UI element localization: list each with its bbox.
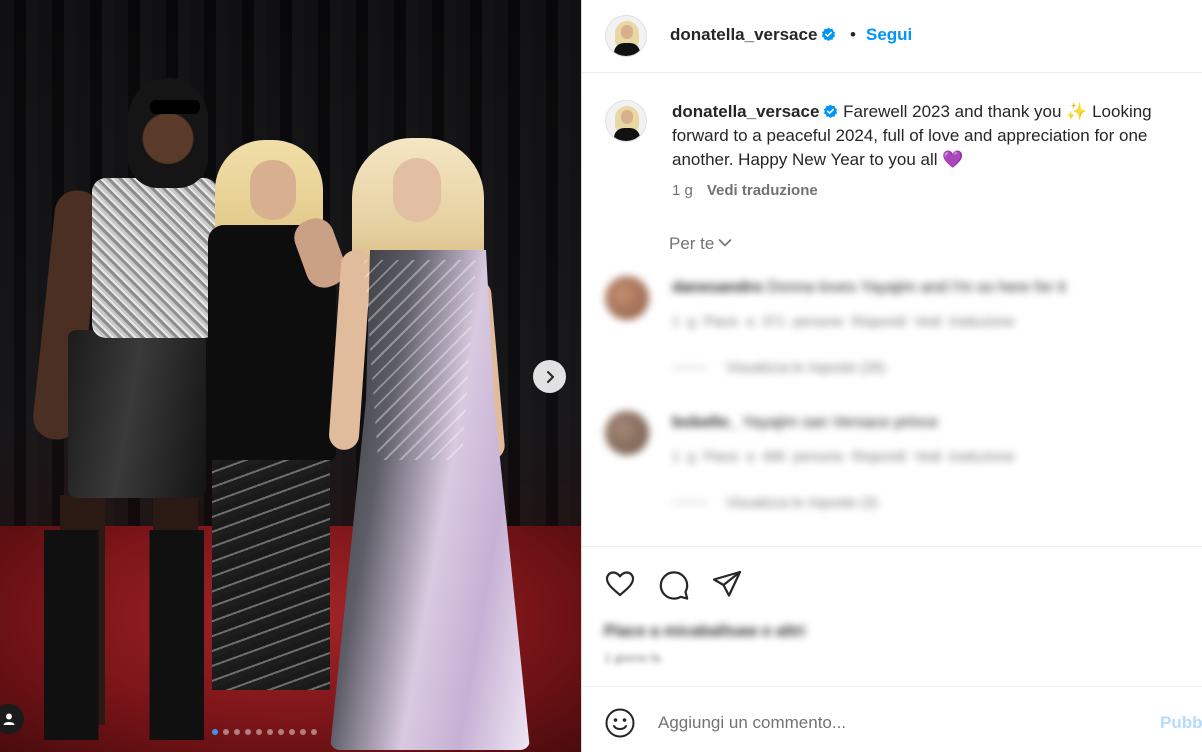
like-button[interactable] <box>603 567 637 601</box>
post-date: 1 giorno fa <box>604 651 661 665</box>
carousel-dot <box>278 729 284 735</box>
chevron-down-icon <box>719 239 732 247</box>
comment-sort-label: Per te <box>669 234 715 253</box>
caption-line-1: Farewell 2023 and thank you ✨ Looking <box>843 102 1152 121</box>
person-left-skirt <box>68 330 206 498</box>
caption-text: donatella_versace Farewell 2023 and than… <box>672 100 1202 172</box>
caption-username[interactable]: donatella_versace <box>672 102 819 121</box>
comment-text: Donna loves Yayajim and I'm so here for … <box>767 279 1066 296</box>
view-replies-label: Visualizza le risposte (3) <box>726 494 878 510</box>
follow-button[interactable]: Segui <box>866 25 912 45</box>
paper-plane-icon <box>712 570 742 597</box>
carousel-dot <box>256 729 262 735</box>
header-separator: • <box>850 25 856 44</box>
view-replies-button[interactable]: Visualizza le risposte (3) <box>672 494 877 510</box>
comment-meta[interactable]: 1 g Piace a 496 persone Rispondi Vedi tr… <box>672 448 1015 464</box>
carousel-dot <box>234 729 240 735</box>
carousel-dot <box>300 729 306 735</box>
replies-divider <box>672 502 708 503</box>
carousel-dot <box>289 729 295 735</box>
person-center-face <box>250 160 296 220</box>
person-right-face <box>393 158 441 222</box>
carousel-indicator <box>212 729 317 735</box>
see-translation-button[interactable]: Vedi traduzione <box>707 182 818 199</box>
post-actions: Piace a micaballsaw e altri 1 giorno fa <box>582 546 1202 686</box>
caption-age[interactable]: 1 g <box>672 182 693 199</box>
caption-author-avatar[interactable] <box>605 100 647 142</box>
comment-username[interactable]: danesandro <box>672 279 763 296</box>
comment-button[interactable] <box>657 567 691 601</box>
caption-line-2: forward to a peaceful 2024, full of love… <box>672 126 1148 145</box>
person-left-head <box>128 78 208 188</box>
comment-sort-dropdown[interactable]: Per te <box>669 234 732 254</box>
person-left-sunglasses <box>150 100 200 114</box>
comment-body: danesandro Donna loves Yayajim and I'm s… <box>672 279 1066 297</box>
likes-count[interactable]: Piace a micaballsaw e altri <box>604 623 805 641</box>
comment-text: Yayajim san Versace prince <box>741 414 939 431</box>
caption-meta: 1 g Vedi traduzione <box>672 182 818 199</box>
verified-badge-icon <box>824 104 838 118</box>
author-username: donatella_versace <box>670 25 818 44</box>
comment-bubble-icon <box>659 571 689 600</box>
publish-button[interactable]: Pubblica <box>1160 713 1202 733</box>
view-replies-label: Visualizza le risposte (26) <box>726 359 886 375</box>
share-button[interactable] <box>710 567 744 601</box>
carousel-dot <box>267 729 273 735</box>
comment-meta[interactable]: 1 g Piace a 371 persone Rispondi Vedi tr… <box>672 313 1015 329</box>
chevron-right-icon <box>546 370 554 383</box>
verified-badge-icon <box>822 27 836 41</box>
comment-input[interactable] <box>658 709 1138 737</box>
comment-username[interactable]: bobello_ <box>672 414 738 431</box>
emoji-picker-button[interactable] <box>604 707 636 739</box>
carousel-dot <box>223 729 229 735</box>
comment-avatar[interactable] <box>605 411 649 455</box>
carousel-dot <box>245 729 251 735</box>
person-center-pants <box>212 450 330 690</box>
post-side-panel: donatella_versace • Segui donatella_vers… <box>581 0 1202 752</box>
view-replies-button[interactable]: Visualizza le risposte (26) <box>672 359 885 375</box>
author-username-link[interactable]: donatella_versace <box>670 25 836 45</box>
add-comment-bar: Pubblica <box>582 686 1202 752</box>
carousel-dot <box>311 729 317 735</box>
comment-avatar[interactable] <box>605 276 649 320</box>
caption-line-3: another. Happy New Year to you all 💜 <box>672 150 964 169</box>
person-left-top <box>92 178 218 338</box>
post-photo[interactable] <box>0 0 581 752</box>
carousel-dot <box>212 729 218 735</box>
replies-divider <box>672 367 708 368</box>
smiley-icon <box>605 708 635 738</box>
heart-icon <box>605 571 635 597</box>
user-icon <box>3 713 15 725</box>
carousel-next-button[interactable] <box>533 360 566 393</box>
comment-body: bobello_ Yayajim san Versace prince <box>672 414 938 432</box>
person-left-boots <box>44 530 214 740</box>
author-avatar[interactable] <box>605 15 647 57</box>
post-header: donatella_versace • Segui <box>582 0 1202 73</box>
